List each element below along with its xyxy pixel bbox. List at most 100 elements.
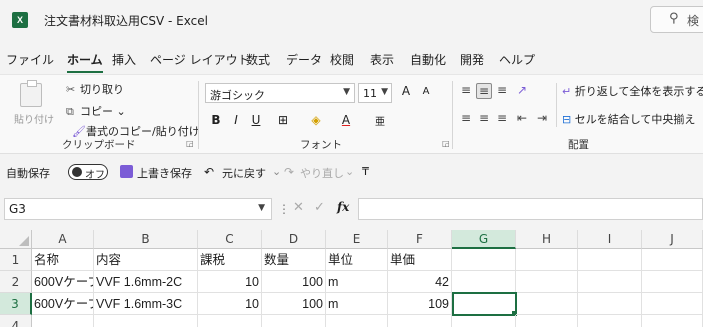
cell[interactable]: 数量 xyxy=(262,249,326,271)
drag-handle-icon[interactable]: ⋮ xyxy=(278,202,290,216)
insert-function-button[interactable]: fx xyxy=(337,200,349,214)
row-header-selected[interactable]: 3 xyxy=(0,293,32,315)
paste-button-label[interactable]: 貼り付け xyxy=(14,111,54,126)
cell[interactable] xyxy=(32,315,94,327)
tab-automate[interactable]: 自動化 xyxy=(410,51,446,68)
cell[interactable]: m xyxy=(326,293,388,315)
cell[interactable] xyxy=(516,315,578,327)
column-header[interactable]: A xyxy=(32,230,94,249)
underline-button[interactable]: U xyxy=(248,113,264,127)
cell[interactable]: 100 xyxy=(262,271,326,293)
wrap-text-button[interactable]: ↵ 折り返して全体を表示する xyxy=(562,83,703,99)
column-header[interactable]: E xyxy=(326,230,388,249)
cell[interactable]: 単価 xyxy=(388,249,452,271)
cell[interactable] xyxy=(642,293,703,315)
font-size-select[interactable]: 11 ▼ xyxy=(358,83,392,103)
cell[interactable] xyxy=(388,315,452,327)
cut-button[interactable]: ✂ 切り取り xyxy=(66,81,124,97)
customize-qat-icon[interactable]: ₸ xyxy=(362,165,369,178)
cell[interactable] xyxy=(516,249,578,271)
cell[interactable] xyxy=(452,315,516,327)
cell[interactable]: 名称 xyxy=(32,249,94,271)
undo-button[interactable]: 元に戻す xyxy=(222,165,266,181)
clipboard-launcher-icon[interactable]: ◲ xyxy=(186,139,194,148)
align-left-icon[interactable]: ≡ xyxy=(458,111,474,127)
cell[interactable]: VVF 1.6mm-2C xyxy=(94,271,198,293)
cell[interactable] xyxy=(262,315,326,327)
align-top-icon[interactable]: ≡ xyxy=(458,83,474,99)
tab-view[interactable]: 表示 xyxy=(370,51,394,68)
autosave-toggle[interactable]: オフ xyxy=(68,164,108,181)
select-all-button[interactable] xyxy=(0,230,32,249)
column-header[interactable]: H xyxy=(516,230,578,249)
cell[interactable] xyxy=(578,315,642,327)
cell[interactable] xyxy=(578,249,642,271)
decrease-indent-icon[interactable]: ⇤ xyxy=(514,111,530,127)
tab-file[interactable]: ファイル xyxy=(6,51,54,68)
cell[interactable] xyxy=(452,249,516,271)
tab-insert[interactable]: 挿入 xyxy=(112,51,136,68)
column-header[interactable]: I xyxy=(578,230,642,249)
cell[interactable] xyxy=(642,271,703,293)
tab-developer[interactable]: 開発 xyxy=(460,51,484,68)
cell[interactable]: 600Vケーブル xyxy=(32,271,94,293)
cell[interactable] xyxy=(578,293,642,315)
chevron-down-icon[interactable]: ⌄ xyxy=(272,165,281,178)
cell[interactable] xyxy=(94,315,198,327)
cell[interactable] xyxy=(642,315,703,327)
cell[interactable]: 内容 xyxy=(94,249,198,271)
cell[interactable] xyxy=(642,249,703,271)
undo-icon[interactable]: ↶ xyxy=(204,165,214,179)
formula-input[interactable] xyxy=(358,198,703,220)
font-name-select[interactable]: 游ゴシック ▼ xyxy=(205,83,355,103)
orientation-icon[interactable]: ↗ xyxy=(514,83,530,99)
font-launcher-icon[interactable]: ◲ xyxy=(442,139,450,148)
phonetic-icon[interactable]: 亜 xyxy=(372,113,388,128)
cell[interactable] xyxy=(516,271,578,293)
row-header[interactable]: 2 xyxy=(0,271,32,293)
column-header-selected[interactable]: G xyxy=(452,230,516,249)
cell[interactable]: 単位 xyxy=(326,249,388,271)
column-header[interactable]: J xyxy=(642,230,703,249)
cell[interactable] xyxy=(198,315,262,327)
tab-page-layout[interactable]: ページ レイアウト xyxy=(150,51,250,68)
cell[interactable]: 10 xyxy=(198,271,262,293)
shrink-font-button[interactable]: A xyxy=(418,86,434,97)
cell[interactable]: 100 xyxy=(262,293,326,315)
cell[interactable]: 課税 xyxy=(198,249,262,271)
tab-home[interactable]: ホーム xyxy=(67,51,103,73)
cell[interactable]: VVF 1.6mm-3C xyxy=(94,293,198,315)
tab-formulas[interactable]: 数式 xyxy=(246,51,270,68)
grow-font-button[interactable]: A xyxy=(398,84,414,98)
cell[interactable]: 42 xyxy=(388,271,452,293)
search-box[interactable]: ⚲ 検 xyxy=(650,6,703,33)
active-cell-g3[interactable] xyxy=(452,292,517,316)
save-icon[interactable] xyxy=(120,165,133,178)
cell[interactable]: m xyxy=(326,271,388,293)
name-box[interactable]: G3 ▼ xyxy=(4,198,272,220)
tab-review[interactable]: 校閲 xyxy=(330,51,354,68)
cell[interactable] xyxy=(516,293,578,315)
cell[interactable]: 109 xyxy=(388,293,452,315)
align-middle-icon[interactable]: ≡ xyxy=(476,83,492,99)
font-color-button[interactable]: A xyxy=(338,113,354,127)
column-header[interactable]: C xyxy=(198,230,262,249)
cell[interactable]: 600Vケーブル xyxy=(32,293,94,315)
italic-button[interactable]: I xyxy=(228,113,244,127)
column-header[interactable]: B xyxy=(94,230,198,249)
tab-help[interactable]: ヘルプ xyxy=(499,51,535,68)
copy-button[interactable]: ⧉ コピー ⌄ xyxy=(66,103,126,119)
fill-color-icon[interactable]: ◈ xyxy=(308,113,324,127)
increase-indent-icon[interactable]: ⇥ xyxy=(534,111,550,127)
cell[interactable] xyxy=(452,271,516,293)
bold-button[interactable]: B xyxy=(208,113,224,127)
align-center-icon[interactable]: ≡ xyxy=(476,111,492,127)
column-header[interactable]: F xyxy=(388,230,452,249)
align-bottom-icon[interactable]: ≡ xyxy=(494,83,510,99)
cell[interactable]: 10 xyxy=(198,293,262,315)
align-right-icon[interactable]: ≡ xyxy=(494,111,510,127)
cell[interactable] xyxy=(578,271,642,293)
row-header[interactable]: 1 xyxy=(0,249,32,271)
merge-center-button[interactable]: ⊟ セルを結合して中央揃え xyxy=(562,111,695,127)
column-header[interactable]: D xyxy=(262,230,326,249)
